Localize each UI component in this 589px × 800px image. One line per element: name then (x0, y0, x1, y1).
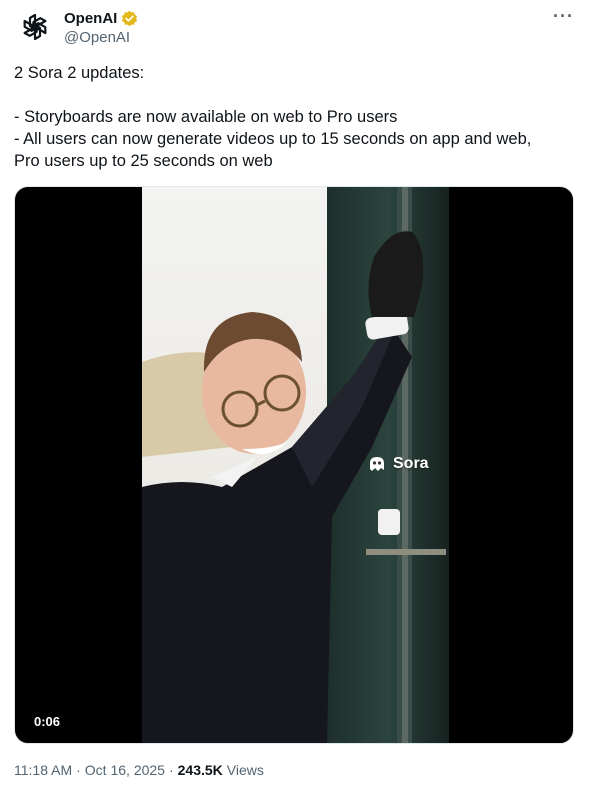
sora-watermark: Sora (367, 455, 429, 473)
video-player[interactable]: Sora 0:06 (14, 186, 574, 744)
tweet-time[interactable]: 11:18 AM (14, 762, 72, 778)
meta-separator: · (76, 762, 81, 778)
openai-logo-icon[interactable] (18, 10, 52, 44)
tweet-date[interactable]: Oct 16, 2025 (85, 762, 165, 778)
views-count[interactable]: 243.5K (178, 762, 223, 778)
author-handle[interactable]: @OpenAI (64, 29, 138, 46)
author-block: OpenAI @OpenAI (64, 8, 138, 46)
author-name-row: OpenAI (64, 8, 138, 28)
sora-logo-icon (370, 457, 384, 471)
tweet-line: - All users can now generate videos up t… (14, 130, 532, 148)
tweet-line: 2 Sora 2 updates: (14, 64, 145, 82)
tweet-line: Pro users up to 25 seconds on web (14, 152, 273, 170)
meta-separator: · (168, 762, 174, 778)
author-display-name[interactable]: OpenAI (64, 10, 117, 27)
tweet-text: 2 Sora 2 updates: - Storyboards are now … (14, 62, 574, 172)
tweet-line: - Storyboards are now available on web t… (14, 108, 398, 126)
views-label: Views (226, 762, 264, 778)
sora-watermark-text: Sora (393, 455, 429, 472)
tweet-header: OpenAI @OpenAI ··· (18, 6, 578, 46)
video-duration: 0:06 (27, 712, 68, 731)
more-dots-icon[interactable]: ··· (553, 6, 574, 27)
tweet-meta: 11:18 AM · Oct 16, 2025 · 243.5K Views (14, 762, 264, 778)
gold-verified-badge-icon[interactable] (121, 10, 138, 27)
